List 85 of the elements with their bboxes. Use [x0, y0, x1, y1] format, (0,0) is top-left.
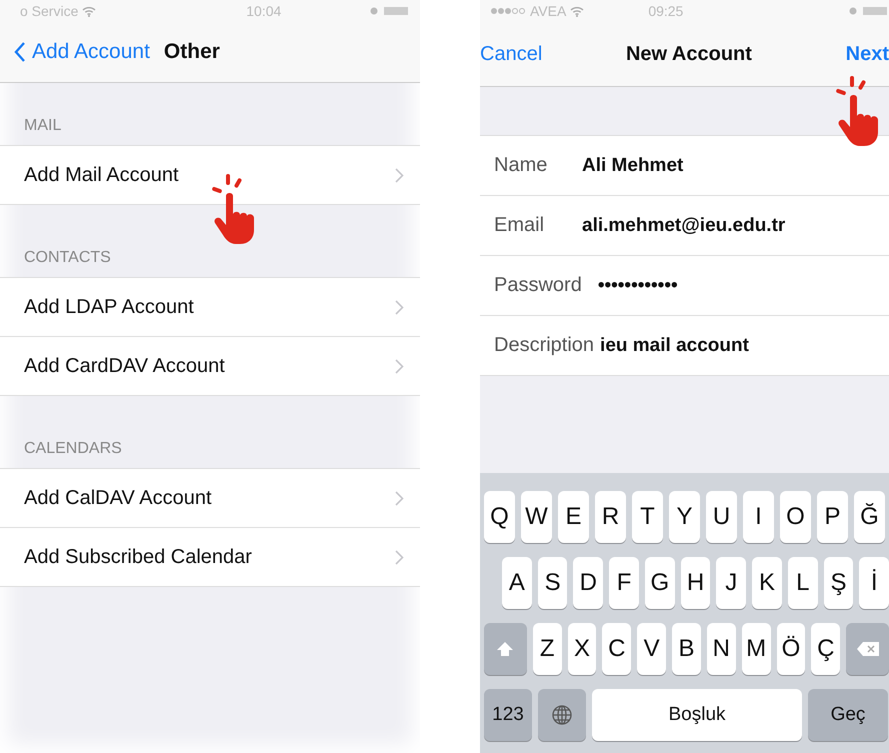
keyboard-key[interactable]: J	[716, 557, 746, 609]
delete-icon	[856, 641, 880, 657]
keyboard-key[interactable]: Ö	[776, 623, 806, 675]
carrier-label: AVEA	[530, 3, 566, 19]
chevron-icon	[395, 550, 404, 564]
keyboard-key[interactable]: E	[558, 491, 589, 543]
wifi-icon	[82, 6, 96, 16]
form-field[interactable]: Email ali.mehmet@ieu.edu.tr	[480, 195, 889, 255]
keyboard-key[interactable]: S	[538, 557, 568, 609]
field-label: Password	[494, 274, 582, 297]
keyboard-key[interactable]: C	[602, 623, 632, 675]
keyboard-key[interactable]: W	[521, 491, 552, 543]
keyboard-key[interactable]: G	[644, 557, 675, 609]
field-value: ieu mail account	[600, 334, 749, 356]
keyboard-key[interactable]: D	[573, 557, 604, 609]
settings-row[interactable]: Add CardDAV Account	[0, 336, 420, 395]
keyboard-key[interactable]: V	[637, 623, 666, 675]
keyboard-key[interactable]: U	[706, 491, 737, 543]
keyboard-key[interactable]: L	[788, 557, 818, 609]
numbers-key[interactable]: 123	[484, 689, 532, 741]
delete-key[interactable]	[846, 623, 889, 675]
carrier-label: o Service	[20, 3, 78, 19]
globe-icon	[551, 704, 573, 726]
settings-row[interactable]: Add Mail Account	[0, 146, 420, 204]
signal-icon	[490, 7, 526, 15]
back-button[interactable]: Add Account	[14, 40, 150, 64]
cancel-button[interactable]: Cancel	[480, 42, 542, 66]
keyboard-key[interactable]: Y	[669, 491, 700, 543]
keyboard-key[interactable]: T	[632, 491, 663, 543]
next-button[interactable]: Next	[846, 42, 889, 66]
row-label: Add CalDAV Account	[24, 486, 212, 510]
keyboard-key[interactable]: P	[817, 491, 848, 543]
keyboard-key[interactable]: K	[752, 557, 782, 609]
nav-title: New Account	[626, 42, 752, 66]
section-header: MAIL	[24, 117, 62, 135]
keyboard-key[interactable]: Ğ	[854, 491, 885, 543]
settings-row[interactable]: Add Subscribed Calendar	[0, 527, 420, 586]
keyboard-key[interactable]: X	[568, 623, 596, 675]
settings-row[interactable]: Add LDAP Account	[0, 278, 420, 336]
keyboard-key[interactable]: H	[680, 557, 710, 609]
keyboard-key[interactable]: B	[672, 623, 701, 675]
field-value: Ali Mehmet	[582, 154, 684, 176]
status-time: 09:25	[648, 3, 684, 19]
wifi-icon	[570, 6, 584, 16]
keyboard-key[interactable]: O	[780, 491, 811, 543]
form-field[interactable]: Description ieu mail account	[480, 315, 889, 375]
form-field[interactable]: Name Ali Mehmet	[480, 136, 889, 195]
field-label: Name	[494, 154, 548, 177]
keyboard-key[interactable]: Z	[532, 623, 562, 675]
keyboard-key[interactable]: A	[502, 557, 532, 609]
keyboard-key[interactable]: Q	[484, 491, 515, 543]
chevron-icon	[395, 490, 404, 506]
keyboard-key[interactable]: M	[742, 623, 771, 675]
keyboard-key[interactable]: N	[706, 623, 736, 675]
chevron-icon	[395, 300, 404, 314]
chevron-icon	[395, 358, 404, 374]
battery-icon	[849, 6, 889, 16]
globe-key[interactable]	[538, 689, 586, 741]
space-key[interactable]: Boşluk	[592, 689, 802, 741]
row-label: Add LDAP Account	[24, 296, 194, 318]
form-field[interactable]: Password ••••••••••••	[480, 255, 889, 315]
keyboard-key[interactable]: İ	[859, 557, 889, 609]
battery-icon	[370, 6, 410, 16]
settings-row[interactable]: Add CalDAV Account	[0, 469, 420, 527]
nav-title: Other	[164, 40, 220, 64]
field-label: Description	[494, 334, 594, 357]
row-label: Add Mail Account	[24, 164, 179, 186]
field-value: ••••••••••••	[598, 274, 678, 296]
chevron-icon	[395, 168, 404, 182]
row-label: Add Subscribed Calendar	[24, 546, 252, 568]
row-label: Add CardDAV Account	[24, 354, 225, 378]
shift-key[interactable]	[484, 623, 527, 675]
return-key[interactable]: Geç	[808, 689, 888, 741]
back-chevron-icon	[14, 41, 26, 63]
section-header: CALENDARS	[24, 440, 122, 458]
keyboard-key[interactable]: Ç	[811, 623, 840, 675]
shift-arrow-icon	[496, 641, 514, 657]
keyboard-key[interactable]: R	[595, 491, 626, 543]
field-value: ali.mehmet@ieu.edu.tr	[582, 214, 786, 236]
status-time: 10:04	[246, 3, 282, 19]
section-header: CONTACTS	[24, 249, 111, 267]
keyboard-key[interactable]: Ş	[824, 557, 854, 609]
keyboard-key[interactable]: I	[743, 491, 774, 543]
keyboard-key[interactable]: F	[609, 557, 639, 609]
field-label: Email	[494, 214, 546, 237]
